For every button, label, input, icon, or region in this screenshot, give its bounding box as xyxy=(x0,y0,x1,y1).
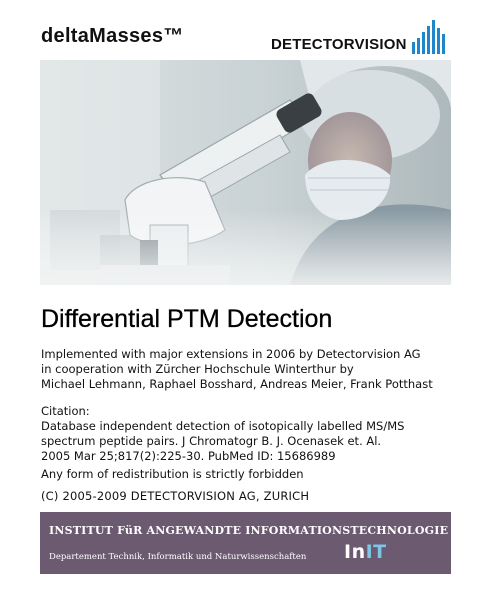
init-logo: InIT xyxy=(344,541,387,563)
detectorvision-logo-text: DETECTORVISION xyxy=(271,36,407,53)
citation-line: Database independent detection of isotop… xyxy=(41,419,405,433)
institute-banner: INSTITUT FüR ANGEWANDTE INFORMATIONSTECH… xyxy=(40,512,451,574)
deltamasses-logo: deltaMasses™ xyxy=(41,25,184,47)
citation-heading: Citation: xyxy=(41,404,90,418)
citation-line: spectrum peptide pairs. J Chromatogr B. … xyxy=(41,434,382,448)
redistribution-notice: Any form of redistribution is strictly f… xyxy=(41,467,304,481)
init-logo-part2: IT xyxy=(365,541,387,563)
credits-line: Implemented with major extensions in 200… xyxy=(41,347,421,361)
credits-line: in cooperation with Zürcher Hochschule W… xyxy=(41,362,354,376)
institute-name: INSTITUT FüR ANGEWANDTE INFORMATIONSTECH… xyxy=(49,524,449,537)
copyright-notice: (C) 2005-2009 DETECTORVISION AG, ZURICH xyxy=(41,489,310,503)
page-title: Differential PTM Detection xyxy=(41,305,333,333)
citation-block: Citation: Database independent detection… xyxy=(41,404,404,464)
detectorvision-logo: DETECTORVISION xyxy=(271,20,445,54)
init-logo-part1: In xyxy=(344,541,366,563)
signal-bars-icon xyxy=(410,20,445,54)
scientist-microscope-photo xyxy=(40,60,451,285)
department-name: Departement Technik, Informatik und Natu… xyxy=(49,552,307,562)
citation-line: 2005 Mar 25;817(2):225-30. PubMed ID: 15… xyxy=(41,449,336,463)
implementation-credits: Implemented with major extensions in 200… xyxy=(41,347,433,392)
credits-line: Michael Lehmann, Raphael Bosshard, Andre… xyxy=(41,377,433,391)
